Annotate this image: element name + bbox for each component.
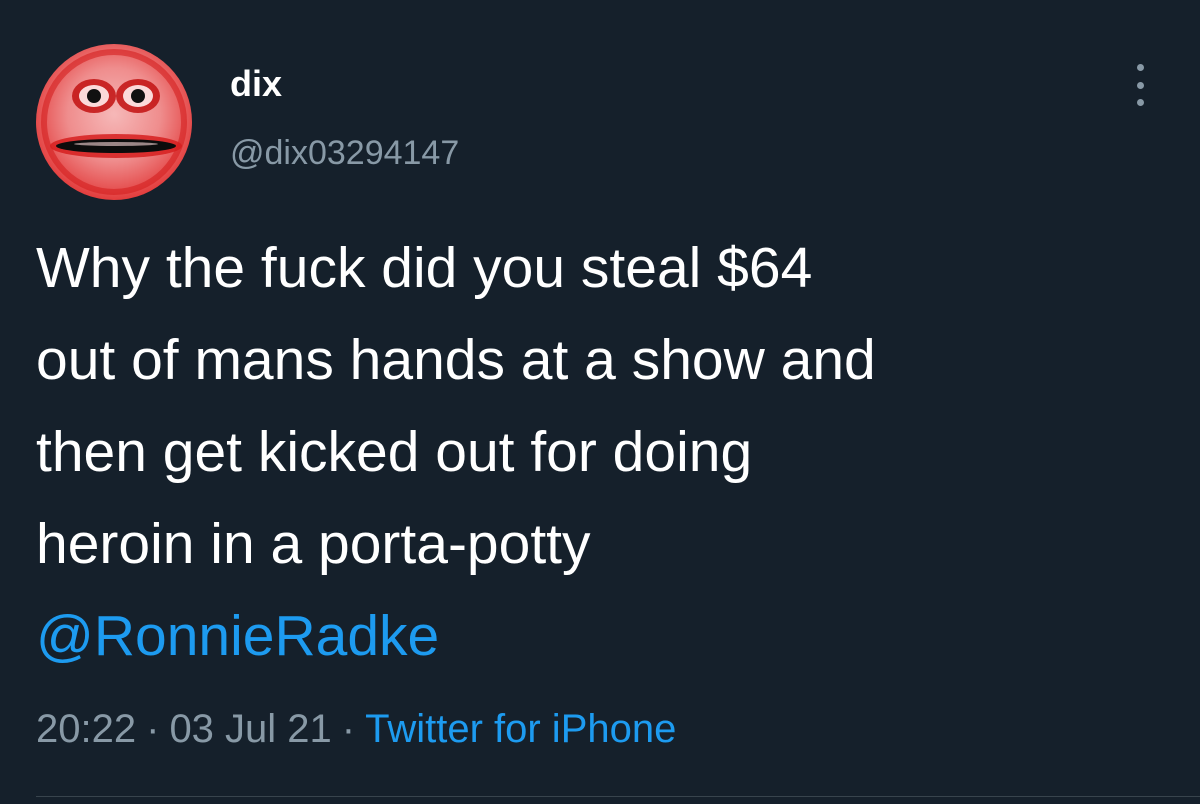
distorted-face-avatar-icon — [41, 49, 187, 195]
tweet-text: Why the fuck did you steal $64 out of ma… — [36, 222, 1166, 682]
author-handle[interactable]: @dix03294147 — [230, 130, 459, 176]
tweet-text-line: out of mans hands at a show and — [36, 328, 876, 392]
tweet-date[interactable]: 03 Jul 21 — [169, 707, 331, 751]
tweet-text-line: Why the fuck did you steal $64 — [36, 236, 813, 300]
tweet-meta: 20:22 · 03 Jul 21 · Twitter for iPhone — [36, 702, 676, 756]
avatar[interactable] — [36, 44, 192, 200]
mention-link[interactable]: @RonnieRadke — [36, 590, 1166, 682]
more-vertical-icon — [1136, 64, 1144, 71]
tweet-source-link[interactable]: Twitter for iPhone — [365, 707, 676, 751]
more-vertical-icon-dot — [1136, 81, 1144, 89]
divider — [36, 796, 1200, 797]
tweet-text-line: heroin in a porta-potty — [36, 512, 591, 576]
tweet-card: dix @dix03294147 Why the fuck did you st… — [0, 0, 1200, 804]
tweet-text-line: then get kicked out for doing — [36, 420, 753, 484]
more-vertical-icon-dot — [1136, 99, 1144, 106]
tweet-time[interactable]: 20:22 — [36, 707, 136, 751]
meta-separator: · — [341, 707, 356, 751]
more-options-button[interactable] — [1120, 60, 1160, 110]
author-display-name[interactable]: dix — [230, 60, 282, 108]
meta-separator: · — [146, 707, 160, 751]
